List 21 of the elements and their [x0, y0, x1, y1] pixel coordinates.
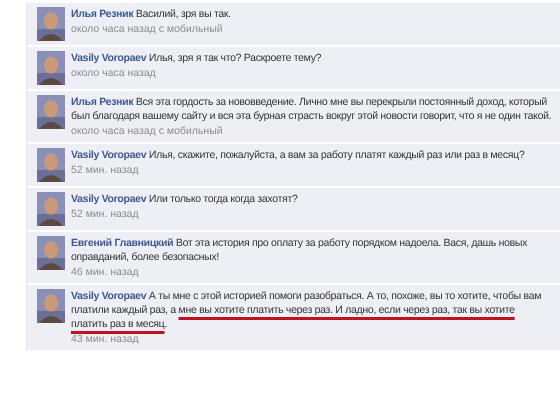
comment-text: Vasily Voropaev Илья, зря я так что? Раскроете тему?: [71, 51, 322, 65]
comment-text: Илья Резник Василий, зря вы так.: [71, 7, 232, 21]
timestamp: около часа назад с мобильный: [71, 124, 224, 138]
author-link[interactable]: Илья Резник: [71, 8, 134, 20]
author-link[interactable]: Илья Резник: [71, 96, 134, 108]
author-link[interactable]: Vasily Voropaev: [71, 290, 146, 302]
comment-text: Илья Резник Вся эта гордость за нововведение. Лично мне вы перекрыли постоянный доход, который был благодаря вашему сайту и вся эта бурная страсть вокруг этой новости говорит, что я не один такой.: [71, 95, 552, 123]
timestamp: около часа назад с мобильный: [71, 22, 224, 36]
author-link[interactable]: Евгений Главницкий: [71, 237, 174, 249]
comment-text: Евгений Главницкий Вот эта история про оплату за работу порядком надоела. Вася, дашь новых оправданий, более безопасных!: [71, 236, 528, 264]
timestamp: около часа назад: [71, 66, 157, 80]
timestamp: 52 мин. назад: [71, 207, 140, 221]
timestamp: 43 мин. назад: [71, 332, 140, 346]
author-link[interactable]: Vasily Voropaev: [71, 193, 146, 205]
timestamp: 46 мин. назад: [71, 265, 140, 279]
comment-text: Vasily Voropaev Илья, скажите, пожалуйста, а вам за работу платят каждый раз или раз в месяц?: [71, 148, 526, 162]
comment-text: Vasily Voropaev Или только тогда когда захотят?: [71, 192, 299, 206]
timestamp: 52 мин. назад: [71, 163, 140, 177]
comment-text: Vasily Voropaev А ты мне с этой историей помоги разобраться. А то, похоже, вы то хотите, чтобы вам платили каждый раз, а мне вы хотите платить через раз. И ладно, если через раз, так вы хотите платить раз в месяц.: [71, 289, 542, 331]
author-link[interactable]: Vasily Voropaev: [71, 149, 146, 161]
author-link[interactable]: Vasily Voropaev: [71, 52, 146, 64]
